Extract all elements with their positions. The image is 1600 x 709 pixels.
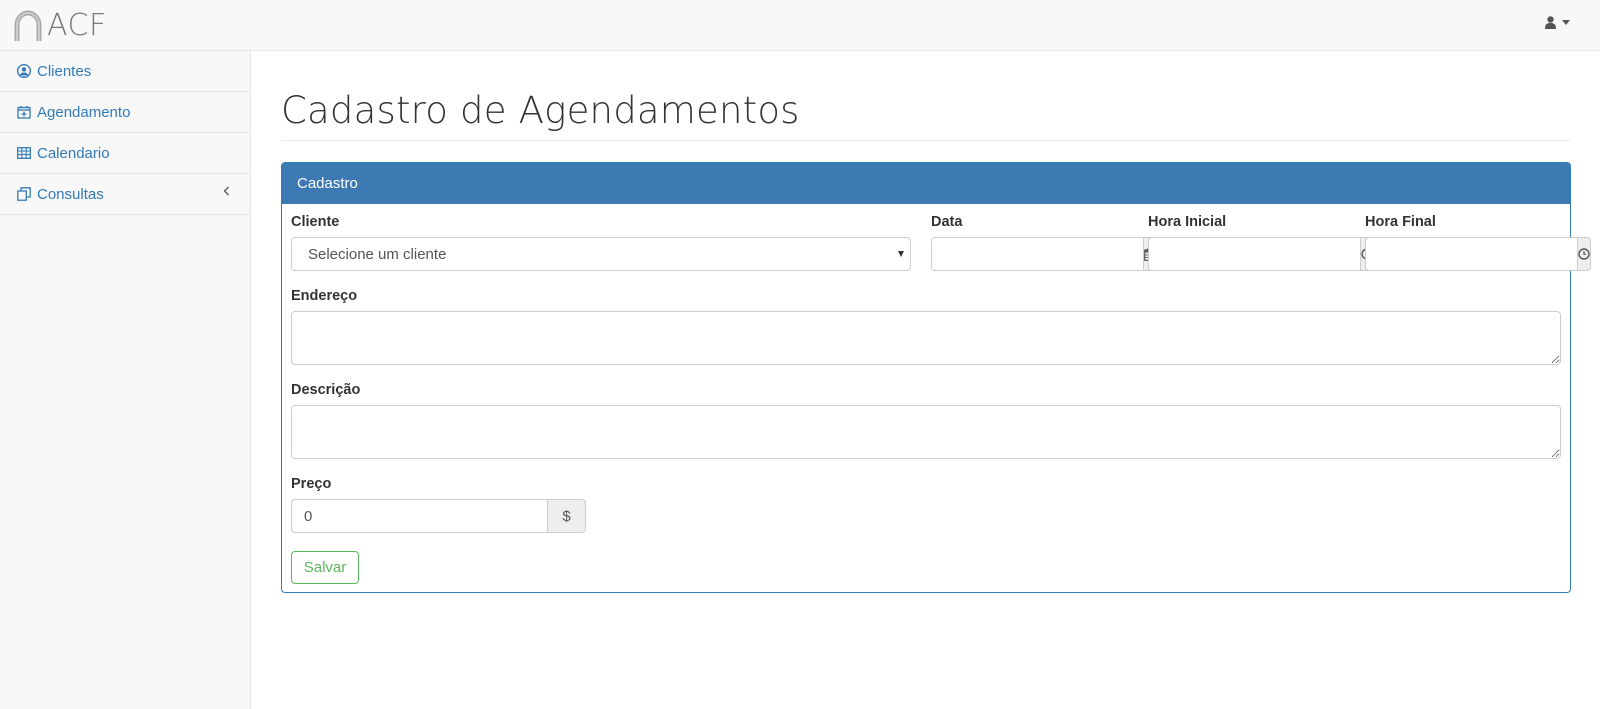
main-content: Cadastro de Agendamentos Cadastro Client…: [281, 51, 1591, 593]
sidebar-item-agendamento[interactable]: Agendamento: [0, 92, 250, 133]
cliente-label: Cliente: [291, 214, 340, 230]
endereco-label: Endereço: [291, 288, 358, 304]
sidebar-item-label: Calendario: [37, 144, 110, 162]
hora-final-input-group: [1365, 237, 1591, 271]
hora-final-label: Hora Final: [1365, 214, 1436, 230]
horseshoe-logo-icon: [14, 10, 42, 41]
endereco-textarea[interactable]: [291, 311, 1561, 365]
user-circle-icon: [17, 64, 31, 78]
table-icon: [17, 147, 31, 159]
hora-inicial-label: Hora Inicial: [1148, 214, 1227, 230]
data-input-group: [931, 237, 1158, 271]
sidebar-item-clientes[interactable]: Clientes: [0, 51, 250, 92]
chevron-left-icon: [223, 186, 229, 196]
descricao-label: Descrição: [291, 382, 361, 398]
page-title: Cadastro de Agendamentos: [281, 89, 1571, 141]
caret-down-icon: [898, 251, 904, 257]
sidebar-item-calendario[interactable]: Calendario: [0, 133, 250, 174]
cliente-select[interactable]: Selecione um cliente: [291, 237, 911, 271]
calendar-plus-icon: [17, 106, 31, 119]
clock-icon: [1578, 248, 1590, 260]
sidebar-item-label: Clientes: [37, 62, 92, 80]
preco-currency-addon: $: [548, 499, 586, 533]
user-menu[interactable]: [1545, 16, 1570, 29]
cadastro-panel: Cadastro Cliente Selecione um cliente Da…: [281, 162, 1591, 593]
preco-input[interactable]: [291, 499, 548, 533]
hora-final-input[interactable]: [1365, 237, 1578, 271]
data-input[interactable]: [931, 237, 1144, 271]
sidebar: Clientes Agendamento Calendario Consulta…: [0, 51, 251, 709]
user-icon: [1545, 16, 1556, 29]
copy-icon: [17, 187, 31, 201]
brand[interactable]: ACF: [12, 8, 107, 43]
save-button[interactable]: Salvar: [291, 551, 359, 584]
sidebar-item-label: Consultas: [37, 185, 104, 203]
cliente-select-value: Selecione um cliente: [308, 245, 447, 263]
panel-heading: Cadastro: [282, 163, 1570, 204]
preco-label: Preço: [291, 476, 332, 492]
sidebar-item-label: Agendamento: [37, 103, 131, 121]
top-navbar: ACF: [0, 0, 1600, 51]
preco-input-group: $: [291, 499, 586, 533]
caret-down-icon: [1562, 20, 1570, 25]
hora-inicial-input-group: [1148, 237, 1374, 271]
descricao-textarea[interactable]: [291, 405, 1561, 459]
brand-name: ACF: [47, 8, 107, 43]
hora-final-clock-addon[interactable]: [1578, 237, 1591, 271]
data-label: Data: [931, 214, 963, 230]
sidebar-item-consultas[interactable]: Consultas: [0, 174, 250, 215]
hora-inicial-input[interactable]: [1148, 237, 1361, 271]
